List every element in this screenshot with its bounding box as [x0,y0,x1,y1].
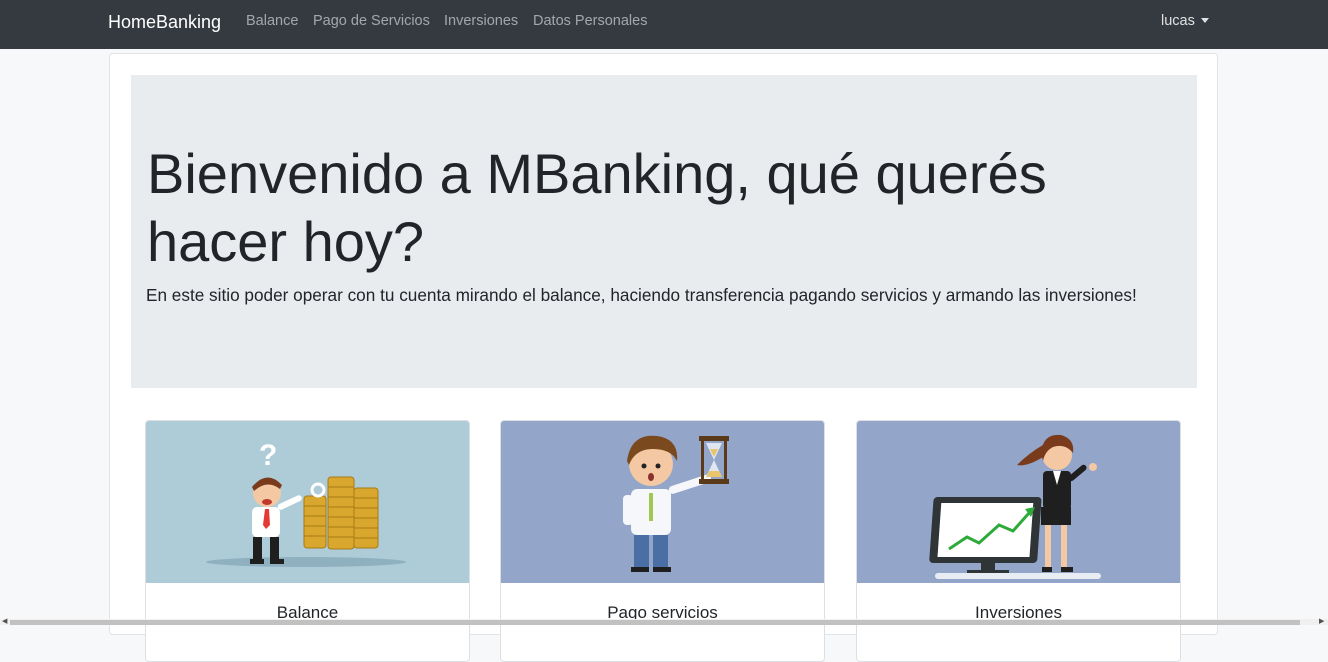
man-hourglass-illustration [501,421,824,583]
card-image-balance: ? [146,421,469,583]
card-inversiones[interactable]: Inversiones [856,420,1181,662]
svg-text:?: ? [259,439,277,472]
nav-link-inversiones[interactable]: Inversiones [444,12,518,30]
top-navbar: HomeBanking Balance Pago de Servicios In… [0,0,1328,49]
woman-growth-chart-illustration [857,421,1180,583]
nav-link-datos-personales[interactable]: Datos Personales [533,12,647,30]
confused-man-coins-illustration: ? [146,421,469,583]
scroll-right-arrow-icon[interactable]: ▶ [1319,618,1324,625]
nav-link-balance[interactable]: Balance [246,12,298,30]
caret-down-icon [1200,18,1209,23]
scrollbar-thumb[interactable] [10,620,1300,625]
scroll-left-arrow-icon[interactable]: ◀ [2,618,7,625]
horizontal-scrollbar[interactable]: ◀ ▶ [0,618,1328,625]
user-dropdown[interactable]: lucas [1161,12,1209,30]
card-balance[interactable]: ? Balance [145,420,470,662]
page-title: Bienvenido a MBanking, qué querés hacer … [147,142,1047,273]
user-name: lucas [1161,13,1195,29]
card-pago-servicios[interactable]: Pago servicios [500,420,825,662]
navbar-brand[interactable]: HomeBanking [108,11,221,33]
jumbotron: Bienvenido a MBanking, qué querés hacer … [131,75,1197,388]
card-image-inversiones [857,421,1180,583]
lead-text: En este sitio poder operar con tu cuenta… [146,285,1137,305]
card-image-pago-servicios [501,421,824,583]
nav-link-pago-servicios[interactable]: Pago de Servicios [313,12,430,30]
